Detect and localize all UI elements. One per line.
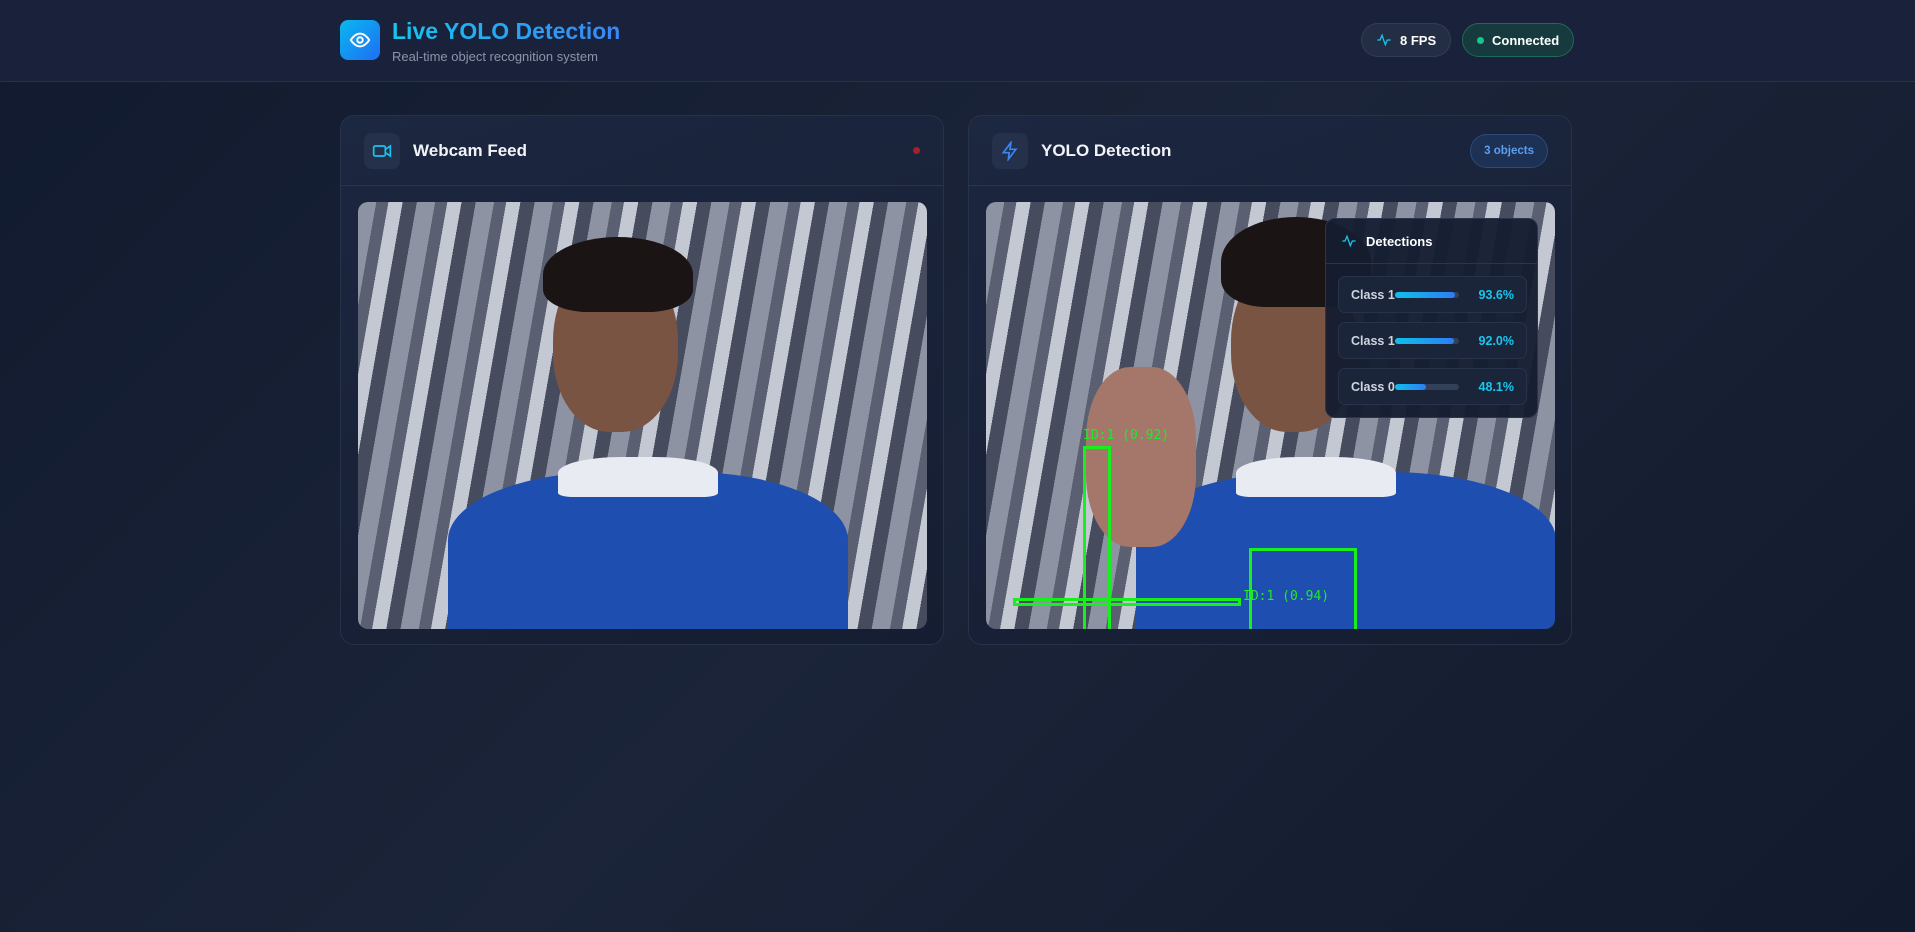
- object-count-badge: 3 objects: [1470, 134, 1548, 168]
- detection-box: [1013, 598, 1241, 606]
- activity-icon: [1377, 33, 1391, 47]
- app-title: Live YOLO Detection: [392, 18, 621, 44]
- detection-row: Class 0 48.1%: [1338, 368, 1527, 405]
- detection-row: Class 1 93.6%: [1338, 276, 1527, 313]
- webcam-video: [358, 202, 927, 629]
- recording-indicator-icon: [913, 147, 920, 154]
- confidence-value: 93.6%: [1478, 288, 1514, 302]
- app-subtitle: Real-time object recognition system: [392, 49, 598, 64]
- status-dot-icon: [1477, 36, 1484, 44]
- webcam-title: Webcam Feed: [413, 141, 528, 160]
- webcam-card-header: Webcam Feed: [341, 116, 943, 186]
- eye-logo-icon: [340, 20, 380, 60]
- class-label: Class 1: [1351, 334, 1395, 348]
- detection-box-label: ID:1 (0.94): [1243, 589, 1330, 604]
- confidence-value: 92.0%: [1478, 334, 1514, 348]
- video-camera-icon: [364, 133, 400, 169]
- activity-icon: [1342, 234, 1356, 248]
- confidence-value: 48.1%: [1478, 380, 1514, 394]
- confidence-bar: [1395, 384, 1459, 390]
- fps-value: 8 FPS: [1400, 32, 1437, 48]
- detection-box-label: ID:1 (0.92): [1083, 428, 1170, 443]
- detections-panel: Detections Class 1 93.6% Class 1 92.0% C…: [1325, 218, 1538, 418]
- top-bar: Live YOLO Detection Real-time object rec…: [0, 0, 1915, 82]
- detections-title: Detections: [1366, 233, 1433, 249]
- lightning-icon: [992, 133, 1028, 169]
- yolo-card-header: YOLO Detection 3 objects: [969, 116, 1571, 186]
- class-label: Class 1: [1351, 288, 1395, 302]
- fps-badge: 8 FPS: [1361, 23, 1452, 57]
- confidence-bar: [1395, 338, 1459, 344]
- confidence-bar: [1395, 292, 1459, 298]
- connection-status: Connected: [1492, 32, 1560, 48]
- yolo-title: YOLO Detection: [1041, 141, 1172, 160]
- connection-status-badge: Connected: [1462, 23, 1575, 57]
- class-label: Class 0: [1351, 380, 1395, 394]
- webcam-card: Webcam Feed: [340, 115, 944, 645]
- detection-row: Class 1 92.0%: [1338, 322, 1527, 359]
